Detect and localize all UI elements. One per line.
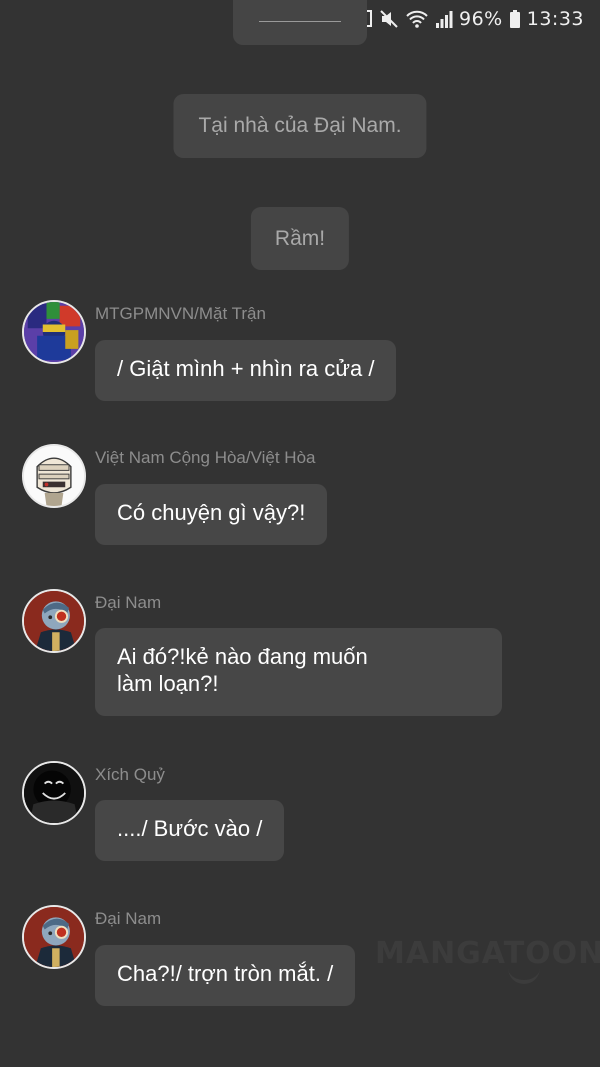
message-text: Có chuyện gì vậy?! [117,500,306,525]
avatar[interactable] [22,761,86,825]
divider [259,21,341,22]
message-text: Cha?!/ trợn tròn mắt. / [117,961,334,986]
sender-name: Xích Quỷ [95,765,165,784]
message-bubble: ..../ Bước vào / [95,800,285,861]
mute-icon [379,9,399,29]
sender-name: MTGPMNVN/Mặt Trận [95,304,266,323]
message-text-line: làm loạn?! [117,671,219,696]
message-bubble: Có chuyện gì vậy?! [95,484,328,545]
sender-name: Đại Nam [95,909,162,928]
avatar[interactable] [22,444,86,508]
battery-percent: 96% [459,8,503,30]
avatar[interactable] [22,905,86,969]
message-bubble: Ai đó?!kẻ nào đang muốn làm loạn?! [95,628,502,716]
signal-icon [435,9,453,29]
battery-icon [509,9,521,29]
status-bar: 96% 13:33 [350,0,600,38]
narration-bubble: Rầm! [250,207,350,270]
sender-name: Đại Nam [95,593,162,612]
watermark-smile [508,966,540,984]
message-bubble: Cha?!/ trợn tròn mắt. / [95,945,356,1006]
avatar[interactable] [22,589,86,653]
message-text-line: Ai đó?!kẻ nào đang muốn [117,644,368,669]
message-text: ..../ Bước vào / [117,816,263,841]
narration-bubble: Tại nhà của Đại Nam. [173,94,427,158]
avatar[interactable] [22,300,86,364]
clock: 13:33 [526,8,584,30]
wifi-icon [405,9,429,29]
watermark: MANGATOON [375,936,600,971]
message-bubble: / Giật mình + nhìn ra cửa / [95,340,397,401]
narration-bubble-partial [233,0,367,45]
message-text: / Giật mình + nhìn ra cửa / [117,356,375,381]
sender-name: Việt Nam Cộng Hòa/Việt Hòa [95,448,316,467]
